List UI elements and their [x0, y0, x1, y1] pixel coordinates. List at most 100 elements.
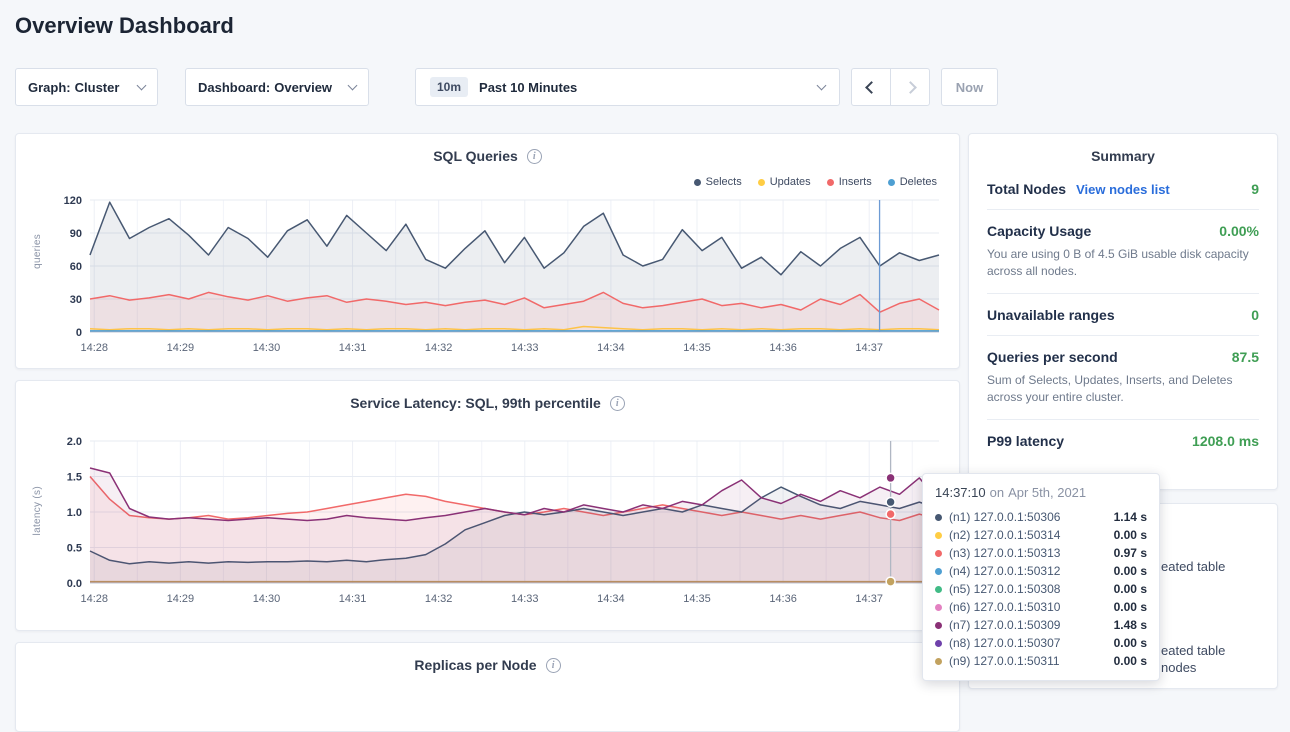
svg-text:14:32: 14:32 [425, 593, 453, 605]
tooltip-time: 14:37:10 [935, 485, 986, 500]
chevron-down-icon [348, 80, 358, 90]
node-latency-value: 0.00 s [1114, 600, 1147, 614]
summary-panel: Summary Total Nodes View nodes list 9 Ca… [968, 133, 1278, 490]
tooltip-row-n9: (n9) 127.0.0.1:50311 0.00 s [935, 652, 1147, 670]
event-item-text[interactable]: eated table [1161, 643, 1225, 658]
dashboard-dropdown-text: Dashboard: Overview [198, 80, 332, 95]
now-button[interactable]: Now [941, 68, 998, 106]
chevron-down-icon [817, 80, 827, 90]
node-color-dot [935, 622, 942, 629]
sql-queries-card: SQL Queries Selects Updates Inserts Deletes… [15, 133, 960, 369]
svg-text:14:34: 14:34 [597, 342, 625, 354]
tooltip-row-n2: (n2) 127.0.0.1:50314 0.00 s [935, 526, 1147, 544]
svg-text:14:28: 14:28 [80, 593, 108, 605]
tooltip-row-n6: (n6) 127.0.0.1:50310 0.00 s [935, 598, 1147, 616]
info-icon[interactable] [527, 149, 542, 164]
node-latency-value: 0.00 s [1114, 564, 1147, 578]
service-latency-chart-title: Service Latency: SQL, 99th percentile [350, 395, 601, 411]
chart-hover-tooltip: 14:37:10onApr 5th, 2021 (n1) 127.0.0.1:5… [922, 473, 1160, 681]
chevron-down-icon [137, 80, 147, 90]
legend-item-selects[interactable]: Selects [694, 176, 742, 188]
tooltip-header: 14:37:10onApr 5th, 2021 [935, 485, 1147, 500]
legend-dot [758, 179, 765, 186]
node-address: (n5) 127.0.0.1:50308 [949, 582, 1060, 596]
total-nodes-value: 9 [1251, 181, 1259, 197]
page-title: Overview Dashboard [15, 13, 234, 39]
service-latency-card: Service Latency: SQL, 99th percentile la… [15, 380, 960, 631]
time-range-selector[interactable]: 10m Past 10 Minutes [415, 68, 840, 106]
graph-dropdown-text: Graph:Cluster [28, 80, 119, 95]
p99-latency-label: P99 latency [987, 433, 1064, 449]
unavailable-ranges-label: Unavailable ranges [987, 307, 1115, 323]
node-address: (n7) 127.0.0.1:50309 [949, 618, 1060, 632]
dashboard-dropdown-value: Overview [274, 80, 332, 95]
info-icon[interactable] [610, 396, 625, 411]
legend-item-deletes[interactable]: Deletes [888, 176, 937, 188]
svg-text:14:29: 14:29 [167, 593, 195, 605]
capacity-usage-value: 0.00% [1219, 223, 1259, 239]
svg-text:14:33: 14:33 [511, 342, 539, 354]
queries-per-second-label: Queries per second [987, 349, 1118, 365]
replicas-per-node-chart-title: Replicas per Node [414, 657, 536, 673]
previous-time-window-button[interactable] [851, 68, 891, 106]
queries-per-second-value: 87.5 [1232, 349, 1259, 365]
node-color-dot [935, 586, 942, 593]
dashboard-dropdown-label: Dashboard: [198, 80, 270, 95]
event-item-text[interactable]: eated table [1161, 559, 1225, 574]
node-address: (n4) 127.0.0.1:50312 [949, 564, 1060, 578]
legend-dot [888, 179, 895, 186]
time-window-label: Past 10 Minutes [479, 80, 577, 95]
chart-title-row: SQL Queries [16, 134, 959, 164]
node-color-dot [935, 550, 942, 557]
node-latency-value: 0.00 s [1114, 582, 1147, 596]
legend-dot [827, 179, 834, 186]
svg-text:14:36: 14:36 [769, 593, 797, 605]
tooltip-row-n3: (n3) 127.0.0.1:50313 0.97 s [935, 544, 1147, 562]
replicas-per-node-card: Replicas per Node [15, 642, 960, 732]
summary-row-capacity-usage: Capacity Usage 0.00% You are using 0 B o… [987, 210, 1259, 294]
node-address: (n3) 127.0.0.1:50313 [949, 546, 1060, 560]
legend-item-updates[interactable]: Updates [758, 176, 811, 188]
info-icon[interactable] [546, 658, 561, 673]
node-address: (n1) 127.0.0.1:50306 [949, 510, 1060, 524]
node-color-dot [935, 532, 942, 539]
svg-text:0: 0 [76, 327, 82, 339]
graph-dropdown-label: Graph: [28, 80, 71, 95]
svg-text:14:29: 14:29 [167, 342, 195, 354]
svg-text:14:35: 14:35 [683, 593, 711, 605]
svg-text:14:34: 14:34 [597, 593, 625, 605]
chevron-left-icon [865, 81, 878, 94]
node-address: (n2) 127.0.0.1:50314 [949, 528, 1060, 542]
svg-text:14:28: 14:28 [80, 342, 108, 354]
legend-label: Updates [770, 176, 811, 188]
dashboard-dropdown[interactable]: Dashboard: Overview [185, 68, 369, 106]
svg-text:120: 120 [64, 195, 82, 207]
graph-dropdown[interactable]: Graph:Cluster [15, 68, 158, 106]
tooltip-row-n8: (n8) 127.0.0.1:50307 0.00 s [935, 634, 1147, 652]
view-nodes-list-link[interactable]: View nodes list [1076, 182, 1170, 197]
svg-text:14:37: 14:37 [855, 593, 883, 605]
svg-text:14:31: 14:31 [339, 342, 367, 354]
node-latency-value: 0.00 s [1114, 636, 1147, 650]
node-color-dot [935, 514, 942, 521]
svg-text:90: 90 [70, 228, 82, 240]
svg-text:2.0: 2.0 [67, 436, 82, 448]
legend-item-inserts[interactable]: Inserts [827, 176, 872, 188]
sql-queries-chart[interactable]: 14:2814:2914:3014:3114:3214:3314:3414:35… [26, 190, 951, 360]
svg-text:1.0: 1.0 [67, 507, 82, 519]
svg-text:60: 60 [70, 261, 82, 273]
node-address: (n6) 127.0.0.1:50310 [949, 600, 1060, 614]
service-latency-chart[interactable]: 14:2814:2914:3014:3114:3214:3314:3414:35… [26, 431, 951, 611]
queries-per-second-description: Sum of Selects, Updates, Inserts, and De… [987, 372, 1259, 407]
node-color-dot [935, 568, 942, 575]
summary-row-queries-per-second: Queries per second 87.5 Sum of Selects, … [987, 336, 1259, 420]
capacity-usage-label: Capacity Usage [987, 223, 1091, 239]
node-address: (n8) 127.0.0.1:50307 [949, 636, 1060, 650]
svg-text:14:36: 14:36 [769, 342, 797, 354]
tooltip-preposition: on [990, 485, 1004, 500]
next-time-window-button[interactable] [890, 68, 930, 106]
svg-text:14:33: 14:33 [511, 593, 539, 605]
summary-row-unavailable-ranges: Unavailable ranges 0 [987, 294, 1259, 336]
event-item-text[interactable]: nodes [1161, 660, 1196, 675]
capacity-usage-description: You are using 0 B of 4.5 GiB usable disk… [987, 246, 1259, 281]
